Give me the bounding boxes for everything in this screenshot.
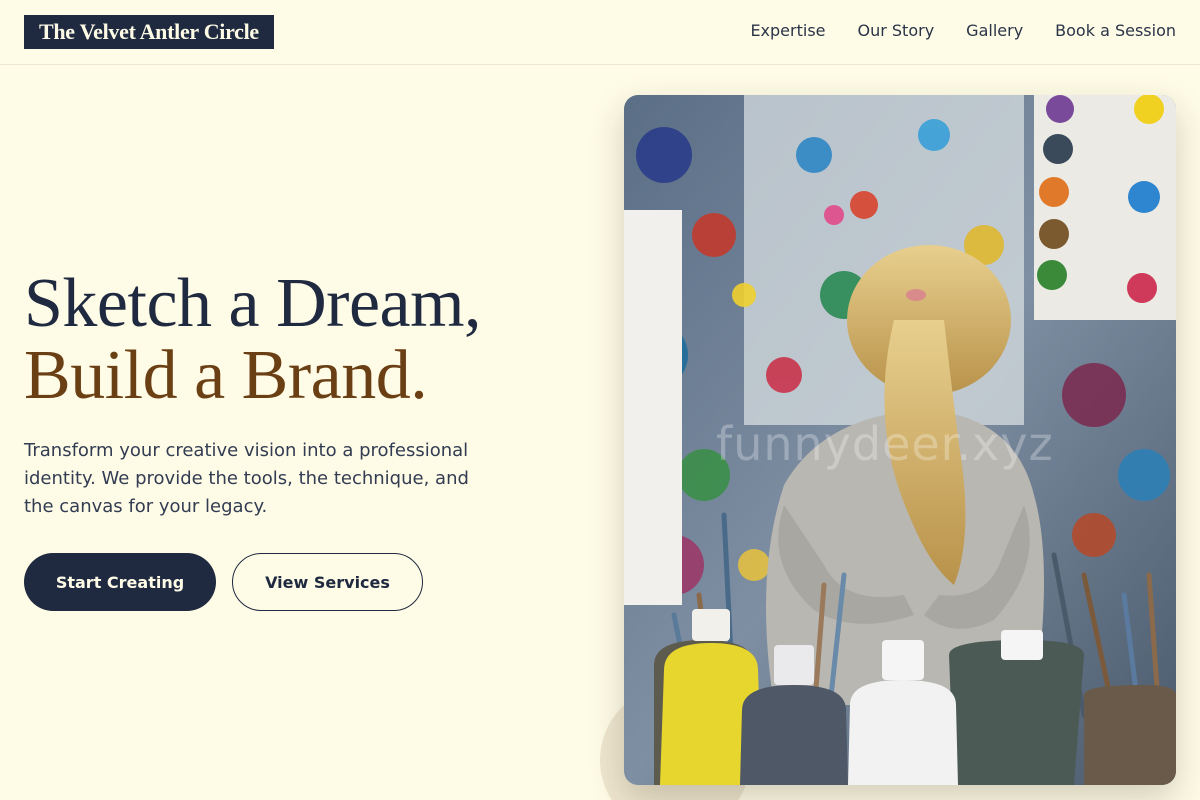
headline-line-1: Sketch a Dream, [24, 265, 482, 342]
nav-link-expertise[interactable]: Expertise [750, 20, 825, 42]
view-services-button[interactable]: View Services [232, 553, 423, 611]
hero-headline: Sketch a Dream, Build a Brand. [24, 265, 482, 414]
brand-logo[interactable]: The Velvet Antler Circle [24, 15, 274, 49]
site-header: The Velvet Antler Circle Expertise Our S… [0, 0, 1200, 65]
start-creating-button[interactable]: Start Creating [24, 553, 216, 611]
nav-link-gallery[interactable]: Gallery [966, 20, 1023, 42]
watermark-text: funnydeer.xyz [716, 417, 1054, 471]
hero-image: funnydeer.xyz [624, 95, 1176, 785]
nav-link-book-session[interactable]: Book a Session [1055, 20, 1176, 42]
main-nav: Expertise Our Story Gallery Book a Sessi… [750, 20, 1176, 42]
headline-line-2: Build a Brand. [24, 337, 428, 414]
nav-link-our-story[interactable]: Our Story [858, 20, 935, 42]
hero-description: Transform your creative vision into a pr… [24, 440, 469, 517]
